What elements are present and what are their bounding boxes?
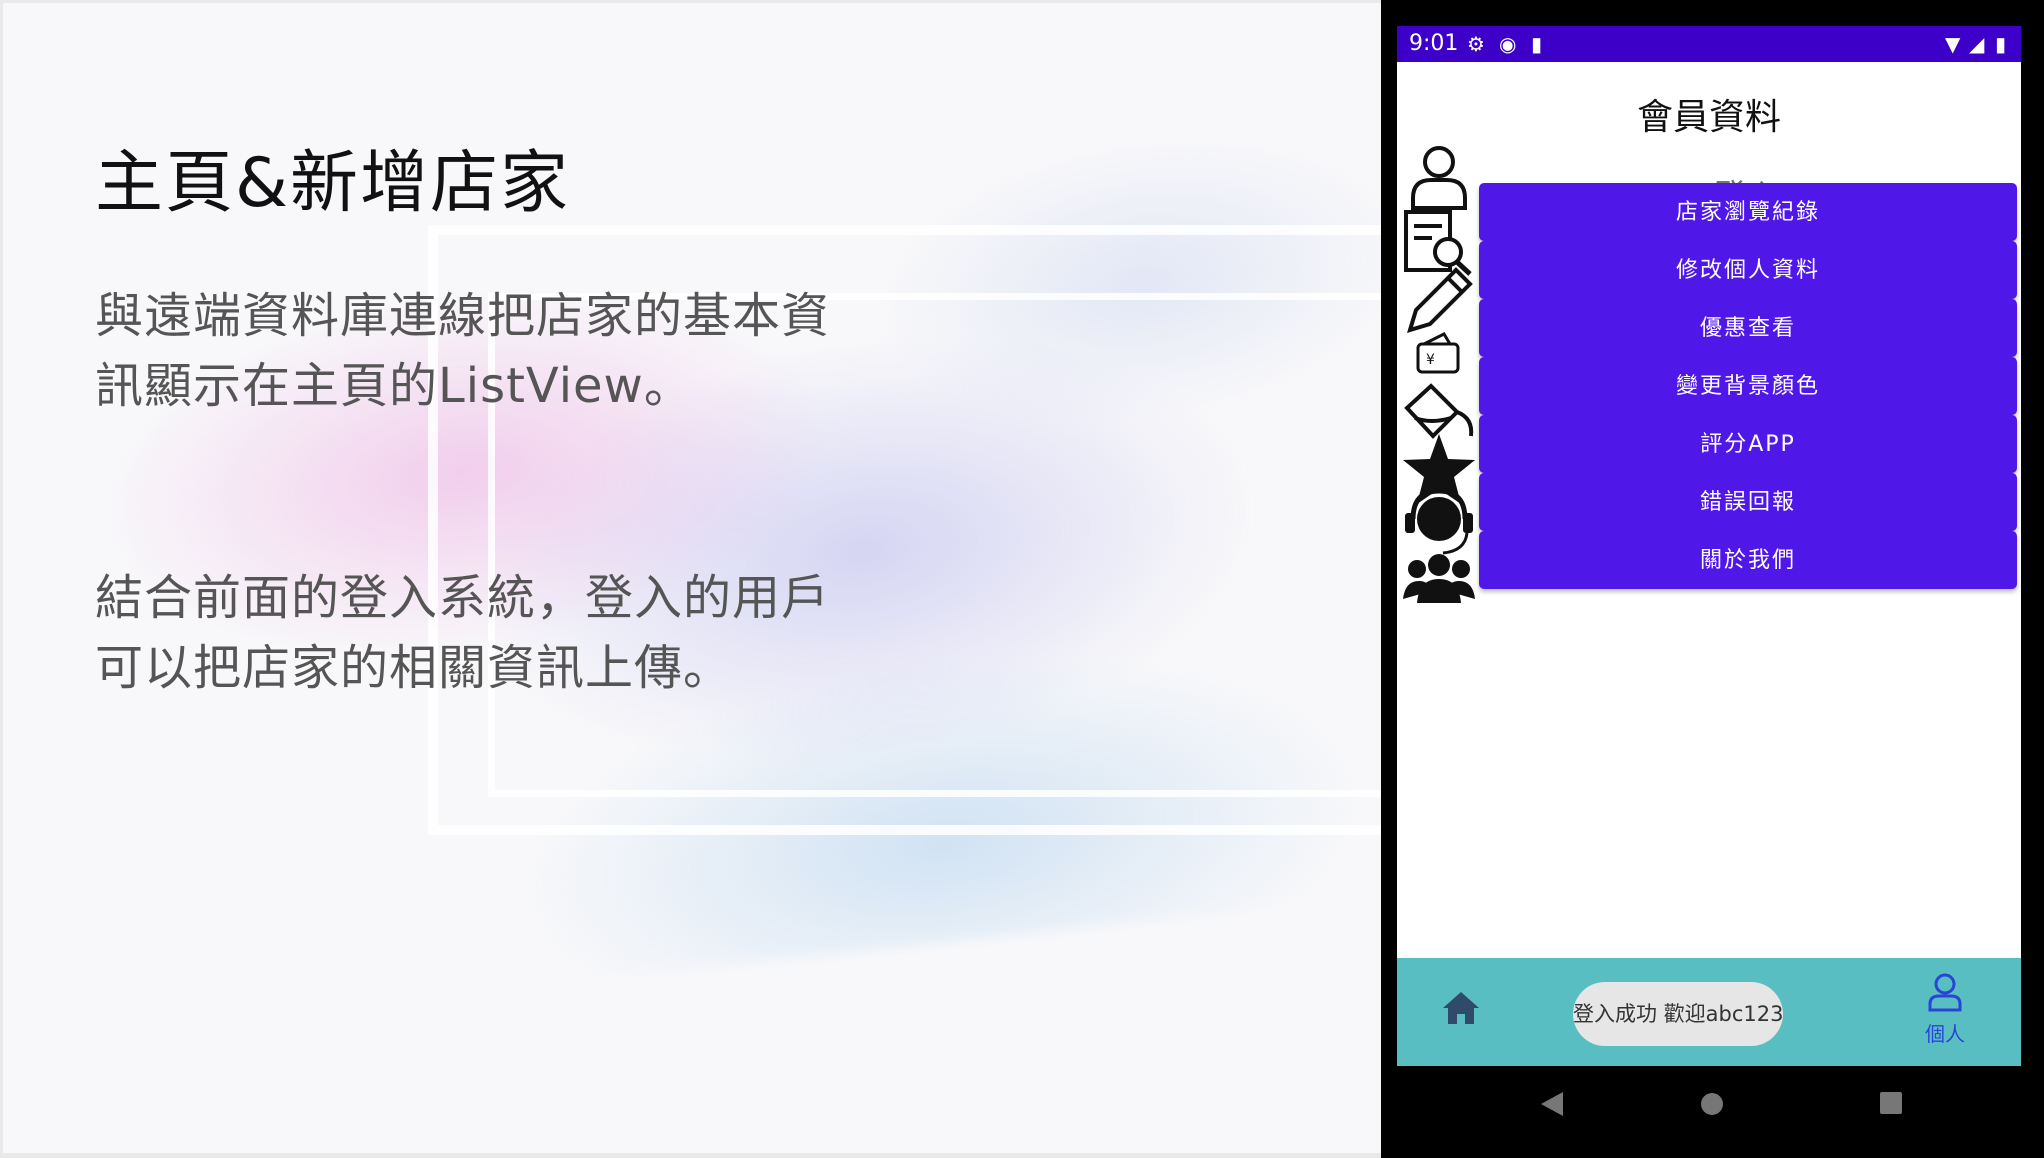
settings-status-icon: ⚙ xyxy=(1467,32,1485,56)
about-us-button[interactable]: 關於我們 xyxy=(1479,531,2017,589)
person-icon xyxy=(1928,973,1962,1012)
recents-icon[interactable] xyxy=(1878,1090,1904,1120)
wifi-status-icon: ▼ xyxy=(1945,32,1961,56)
home-circle-icon[interactable] xyxy=(1698,1090,1726,1122)
paragraph-line: 與遠端資料庫連線把店家的基本資 xyxy=(95,288,831,344)
slide-title: 主頁&新增店家 xyxy=(95,144,571,223)
nav-person-label: 個人 xyxy=(1925,1022,1965,1046)
page-title: 會員資料 xyxy=(1636,97,1781,138)
change-background-button[interactable]: 變更背景顏色 xyxy=(1479,357,2017,415)
group-icon xyxy=(1397,542,1481,616)
nav-person-tab[interactable]: 個人 xyxy=(1915,972,1975,1047)
phone-device: 9:01 ⚙ ◉ ▮ ▼ ◢ ▮ 會員資料 登入 xyxy=(1381,0,2044,1158)
view-offers-button[interactable]: 優惠查看 xyxy=(1479,299,2017,357)
back-icon[interactable] xyxy=(1539,1090,1565,1122)
rate-app-button[interactable]: 評分APP xyxy=(1479,415,2017,473)
report-error-button[interactable]: 錯誤回報 xyxy=(1479,473,2017,531)
paragraph-line: 可以把店家的相關資訊上傳。 xyxy=(95,640,733,696)
signal-status-icon: ◢ xyxy=(1969,32,1985,56)
status-time: 9:01 xyxy=(1409,31,1459,56)
shield-status-icon: ◉ xyxy=(1499,32,1517,56)
svg-text:¥: ¥ xyxy=(1426,352,1435,368)
status-bar: 9:01 ⚙ ◉ ▮ ▼ ◢ ▮ xyxy=(1397,26,2021,62)
battery-status-icon: ▮ xyxy=(1995,32,2007,56)
browse-history-button[interactable]: 店家瀏覽紀錄 xyxy=(1479,183,2017,241)
bottom-navigation: 登入成功 歡迎abc123 個人 xyxy=(1397,958,2021,1066)
home-icon[interactable] xyxy=(1441,990,1481,1030)
login-success-toast: 登入成功 歡迎abc123 xyxy=(1573,982,1784,1046)
paragraph-line: 訊顯示在主頁的ListView。 xyxy=(95,358,693,414)
system-navigation-bar xyxy=(1381,1068,2044,1158)
paragraph-remote-database: 與遠端資料庫連線把店家的基本資 訊顯示在主頁的ListView。 xyxy=(95,281,915,421)
paragraph-line: 結合前面的登入系統，登入的用戶 xyxy=(95,570,831,626)
edit-profile-button[interactable]: 修改個人資料 xyxy=(1479,241,2017,299)
paragraph-login-upload: 結合前面的登入系統，登入的用戶 可以把店家的相關資訊上傳。 xyxy=(95,563,915,703)
avatar-icon[interactable] xyxy=(1397,140,1481,214)
phone-screen: 9:01 ⚙ ◉ ▮ ▼ ◢ ▮ 會員資料 登入 xyxy=(1397,26,2021,1066)
sdcard-status-icon: ▮ xyxy=(1531,32,1543,56)
